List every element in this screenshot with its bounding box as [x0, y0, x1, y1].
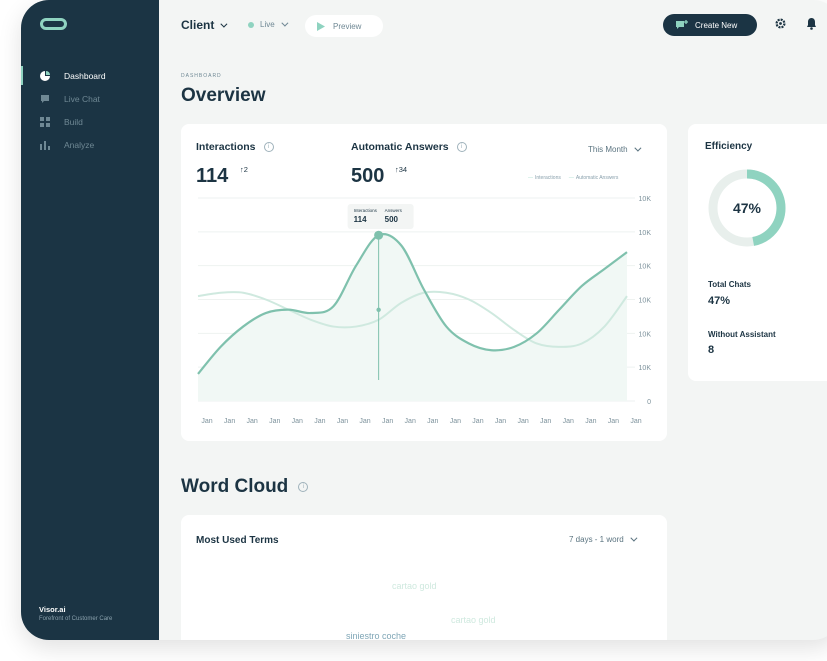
x-tick-label: Jan — [472, 418, 483, 425]
bar-chart-icon — [40, 140, 50, 150]
wordcloud-card-title: Most Used Terms — [196, 535, 279, 546]
sidebar-item-label: Analyze — [64, 139, 95, 150]
info-icon[interactable]: i — [298, 482, 309, 492]
x-tick-label: Jan — [382, 418, 393, 425]
preview-label: Preview — [333, 21, 362, 31]
efficiency-title: Efficiency — [705, 141, 753, 152]
y-tick-label: 10K — [639, 264, 652, 271]
x-tick-label: Jan — [517, 418, 528, 425]
grid-icon — [40, 116, 50, 127]
range-selector[interactable]: 7 days - 1 word — [569, 534, 638, 544]
x-tick-label: Jan — [585, 418, 596, 425]
y-tick-label: 10K — [639, 196, 652, 203]
logo — [40, 18, 67, 30]
client-selector[interactable]: Client — [181, 18, 228, 32]
app-window: Dashboard Live Chat Build Analyze Visor.… — [21, 0, 827, 640]
gear-icon[interactable] — [774, 17, 787, 30]
create-new-button[interactable]: Create New — [663, 14, 757, 36]
x-tick-label: Jan — [359, 418, 370, 425]
stat-value: 47% — [708, 295, 731, 307]
efficiency-card: Efficiency 47% Total Chats 47% Without A… — [688, 124, 827, 381]
sidebar-item-label: Dashboard — [64, 70, 106, 81]
x-tick-label: Jan — [563, 418, 574, 425]
wordcloud-term[interactable]: siniestro coche — [346, 631, 406, 640]
tooltip-value: 114 — [354, 215, 367, 224]
x-tick-label: Jan — [450, 418, 461, 425]
bell-icon[interactable] — [806, 17, 817, 30]
y-tick-label: 10K — [639, 331, 652, 338]
wordcloud-term[interactable]: cartao gold — [392, 581, 437, 591]
sidebar-item-analyze[interactable]: Analyze — [21, 133, 159, 156]
preview-button[interactable]: Preview — [305, 15, 383, 37]
y-tick-label: 10K — [639, 230, 652, 237]
status-dot-icon — [248, 21, 254, 28]
wordcloud-card: Most Used Terms 7 days - 1 word cartao g… — [181, 515, 667, 640]
efficiency-percent: 47% — [732, 200, 762, 216]
tooltip-value: 500 — [385, 215, 399, 224]
stat-value: 8 — [708, 344, 715, 356]
brand: Visor.ai Forefront of Customer Care — [39, 605, 112, 622]
sidebar-item-dashboard[interactable]: Dashboard — [21, 64, 159, 87]
hover-point-secondary — [376, 307, 381, 312]
x-tick-label: Jan — [314, 418, 325, 425]
sidebar-item-live-chat[interactable]: Live Chat — [21, 87, 159, 110]
chevron-down-icon — [630, 534, 638, 542]
x-tick-label: Jan — [495, 418, 506, 425]
x-tick-label: Jan — [540, 418, 551, 425]
wordcloud-term[interactable]: cartao gold — [451, 615, 496, 625]
x-tick-label: Jan — [269, 418, 280, 425]
sidebar-item-label: Build — [64, 116, 83, 127]
wordcloud-title: Word Cloud — [181, 476, 289, 497]
status-selector[interactable]: Live — [248, 19, 289, 29]
chevron-down-icon — [220, 20, 228, 28]
x-tick-label: Jan — [247, 418, 258, 425]
brand-name: Visor.ai — [39, 605, 66, 614]
range-label: 7 days - 1 word — [569, 535, 624, 544]
create-label: Create New — [695, 20, 738, 30]
chevron-down-icon — [281, 19, 289, 27]
y-tick-label: 10K — [639, 365, 652, 372]
client-label: Client — [181, 18, 215, 32]
brand-tagline: Forefront of Customer Care — [39, 616, 113, 622]
sidebar-item-build[interactable]: Build — [21, 110, 159, 133]
stat-label: Without Assistant — [708, 330, 776, 339]
x-tick-label: Jan — [405, 418, 416, 425]
sidebar-item-label: Live Chat — [64, 93, 100, 104]
play-icon — [317, 21, 325, 31]
hover-point — [374, 230, 384, 240]
overview-card: Interactions i 114 ↑2 Automatic Answers … — [181, 124, 667, 441]
x-tick-label: Jan — [201, 418, 212, 425]
page-title: Overview — [181, 85, 266, 106]
tooltip-label: Answers — [385, 208, 403, 213]
sidebar-nav: Dashboard Live Chat Build Analyze — [21, 64, 159, 156]
chat-icon — [40, 94, 50, 104]
new-chat-icon — [676, 20, 688, 29]
y-tick-label: 0 — [647, 399, 651, 406]
sidebar: Dashboard Live Chat Build Analyze Visor.… — [21, 0, 159, 640]
x-tick-label: Jan — [630, 418, 641, 425]
breadcrumb: DASHBOARD — [181, 73, 222, 79]
x-tick-label: Jan — [608, 418, 619, 425]
pie-chart-icon — [40, 70, 50, 81]
stat-label: Total Chats — [708, 280, 751, 289]
x-tick-label: Jan — [224, 418, 235, 425]
x-tick-label: Jan — [427, 418, 438, 425]
y-tick-label: 10K — [639, 298, 652, 305]
answers-area — [198, 234, 627, 401]
topbar: Client Live Preview Create New — [159, 0, 827, 50]
wordcloud-heading: Word Cloud i — [181, 476, 309, 498]
x-tick-label: Jan — [292, 418, 303, 425]
x-tick-label: Jan — [337, 418, 348, 425]
tooltip-label: Interactions — [354, 208, 378, 213]
overview-chart: 10K 10K 10K 10K 10K 10K 0 Jan Jan Jan Jan Jan Jan Jan… — [197, 196, 652, 425]
status-label: Live — [260, 20, 275, 29]
